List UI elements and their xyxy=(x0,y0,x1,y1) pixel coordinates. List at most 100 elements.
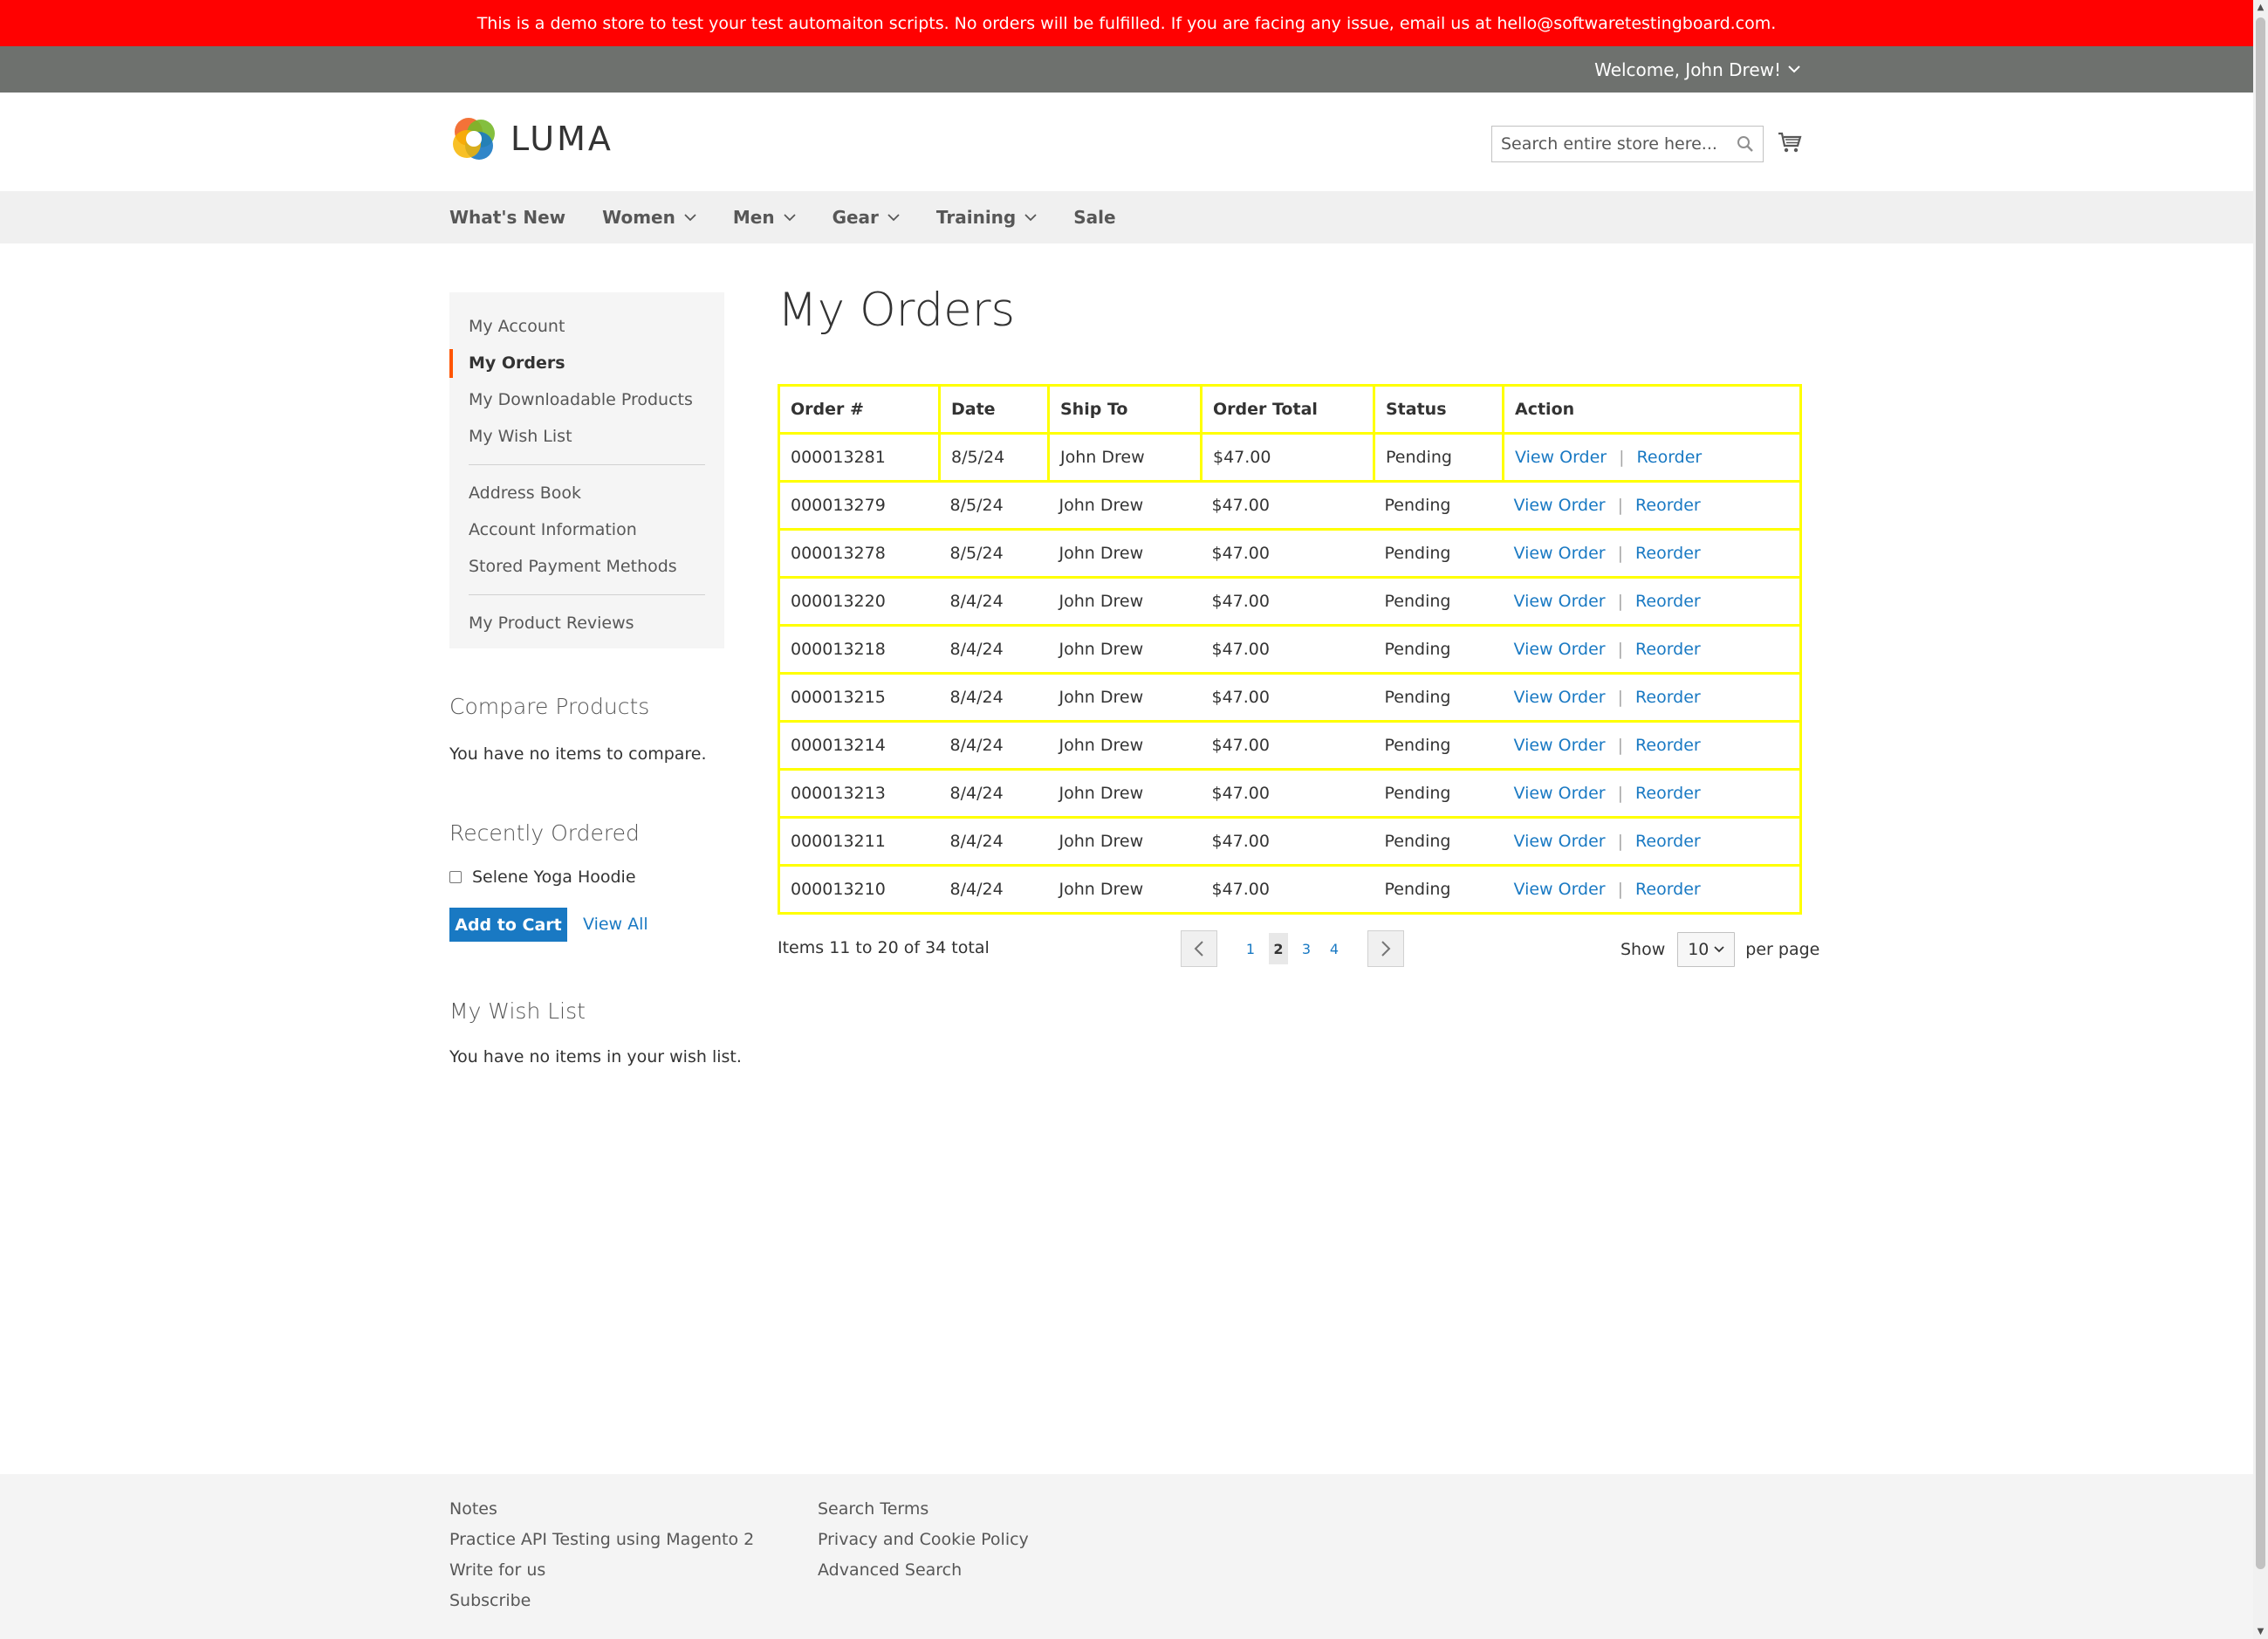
reorder-link[interactable]: Reorder xyxy=(1637,448,1703,467)
view-order-link[interactable]: View Order xyxy=(1515,448,1607,467)
page-scrollbar[interactable]: ▲ ▼ xyxy=(2253,0,2268,1639)
view-order-link[interactable]: View Order xyxy=(1514,496,1606,515)
footer-link-search-terms[interactable]: Search Terms xyxy=(818,1493,1029,1524)
sidebar-item-my-downloadable-products[interactable]: My Downloadable Products xyxy=(449,381,724,418)
nav-item-women[interactable]: Women xyxy=(602,207,696,228)
reorder-link[interactable]: Reorder xyxy=(1635,592,1701,611)
order-total-cell: $47.00 xyxy=(1201,720,1374,771)
store-logo[interactable]: LUMA xyxy=(449,114,613,163)
nav-item-gear[interactable]: Gear xyxy=(833,207,900,228)
page-link[interactable]: 4 xyxy=(1328,941,1340,957)
view-order-link[interactable]: View Order xyxy=(1514,832,1606,851)
nav-item-training[interactable]: Training xyxy=(936,207,1037,228)
footer-link-notes[interactable]: Notes xyxy=(449,1493,754,1524)
view-order-link[interactable]: View Order xyxy=(1514,640,1606,659)
page-title: My Orders xyxy=(778,284,1016,337)
reorder-link[interactable]: Reorder xyxy=(1635,880,1701,899)
footer-link-practice-api-testing-using-magento-2[interactable]: Practice API Testing using Magento 2 xyxy=(449,1524,754,1554)
scrollbar-thumb[interactable] xyxy=(2256,17,2265,1569)
reorder-link[interactable]: Reorder xyxy=(1635,784,1701,803)
recent-item-checkbox[interactable] xyxy=(449,871,462,883)
sidebar-item-address-book[interactable]: Address Book xyxy=(449,475,724,511)
reorder-link[interactable]: Reorder xyxy=(1635,640,1701,659)
cart-icon[interactable] xyxy=(1777,129,1803,155)
view-all-link[interactable]: View All xyxy=(583,915,648,934)
reorder-link[interactable]: Reorder xyxy=(1635,496,1701,515)
footer-link-privacy-and-cookie-policy[interactable]: Privacy and Cookie Policy xyxy=(818,1524,1029,1554)
sidebar-item-stored-payment-methods[interactable]: Stored Payment Methods xyxy=(449,548,724,585)
footer-link-subscribe[interactable]: Subscribe xyxy=(449,1585,754,1615)
scroll-up-arrow-icon[interactable]: ▲ xyxy=(2253,0,2268,15)
nav-item-what-s-new[interactable]: What's New xyxy=(449,207,565,228)
date-cell: 8/4/24 xyxy=(939,672,1049,723)
page: This is a demo store to test your test a… xyxy=(0,0,2253,1639)
order-total-cell: $47.00 xyxy=(1201,528,1374,579)
page-link[interactable]: 1 xyxy=(1244,941,1257,957)
order-number-cell: 000013278 xyxy=(778,528,940,579)
order-number-cell: 000013218 xyxy=(778,624,940,675)
search-icon[interactable] xyxy=(1737,135,1754,153)
nav-item-men[interactable]: Men xyxy=(733,207,796,228)
next-page-button[interactable] xyxy=(1367,930,1404,967)
action-cell: View Order | Reorder xyxy=(1503,576,1802,627)
view-order-link[interactable]: View Order xyxy=(1514,784,1606,803)
date-cell: 8/4/24 xyxy=(939,864,1049,915)
add-to-cart-button[interactable]: Add to Cart xyxy=(449,908,567,942)
ship-to-cell: John Drew xyxy=(1048,768,1202,819)
footer-link-advanced-search[interactable]: Advanced Search xyxy=(818,1554,1029,1585)
table-row: 000013220 8/4/24 John Drew $47.00 Pending Vie… xyxy=(778,576,1802,627)
table-row: 000013214 8/4/24 John Drew $47.00 Pending Vie… xyxy=(778,720,1802,771)
status-cell: Pending xyxy=(1374,816,1504,867)
orders-table: Order # Date Ship To Order Total Status Actio… xyxy=(778,384,1802,915)
sidebar-item-my-product-reviews[interactable]: My Product Reviews xyxy=(449,605,724,641)
chevron-down-icon xyxy=(1714,946,1725,953)
sidebar-item-my-wish-list[interactable]: My Wish List xyxy=(449,418,724,455)
previous-page-button[interactable] xyxy=(1181,930,1217,967)
logo-text: LUMA xyxy=(510,120,613,158)
reorder-link[interactable]: Reorder xyxy=(1635,832,1701,851)
view-order-link[interactable]: View Order xyxy=(1514,592,1606,611)
main-navigation: What's New Women Men Gear Training Sale xyxy=(0,191,2253,243)
view-order-link[interactable]: View Order xyxy=(1514,736,1606,755)
column-header: Ship To xyxy=(1047,384,1203,435)
action-cell: View Order | Reorder xyxy=(1503,816,1802,867)
chevron-down-icon xyxy=(684,213,696,221)
action-cell: View Order | Reorder xyxy=(1503,672,1802,723)
footer-link-write-for-us[interactable]: Write for us xyxy=(449,1554,754,1585)
customer-menu-toggle[interactable]: Welcome, John Drew! xyxy=(1594,46,1800,93)
chevron-right-icon xyxy=(1381,941,1391,957)
page-link[interactable]: 3 xyxy=(1300,941,1312,957)
sidebar-item-my-orders[interactable]: My Orders xyxy=(449,345,724,381)
scroll-down-arrow-icon[interactable]: ▼ xyxy=(2253,1624,2268,1639)
nav-item-label: What's New xyxy=(449,207,566,228)
search-field[interactable] xyxy=(1491,126,1764,162)
compare-products-title: Compare Products xyxy=(449,694,650,719)
view-order-link[interactable]: View Order xyxy=(1514,688,1606,707)
view-order-link[interactable]: View Order xyxy=(1514,880,1606,899)
action-separator: | xyxy=(1617,688,1624,707)
table-header-row: Order # Date Ship To Order Total Status Actio… xyxy=(778,384,1802,435)
sidebar-item-my-account[interactable]: My Account xyxy=(449,308,724,345)
reorder-link[interactable]: Reorder xyxy=(1635,736,1701,755)
nav-item-sale[interactable]: Sale xyxy=(1073,207,1115,228)
column-header: Order Total xyxy=(1200,384,1375,435)
order-number-cell: 000013211 xyxy=(778,816,940,867)
column-header: Date xyxy=(938,384,1050,435)
date-cell: 8/4/24 xyxy=(939,816,1049,867)
order-total-cell: $47.00 xyxy=(1201,480,1374,531)
view-order-link[interactable]: View Order xyxy=(1514,544,1606,563)
reorder-link[interactable]: Reorder xyxy=(1635,688,1701,707)
reorder-link[interactable]: Reorder xyxy=(1635,544,1701,563)
status-cell: Pending xyxy=(1374,768,1504,819)
search-input[interactable] xyxy=(1492,127,1719,161)
status-cell: Pending xyxy=(1374,480,1504,531)
ship-to-cell: John Drew xyxy=(1047,432,1203,483)
action-cell: View Order | Reorder xyxy=(1503,624,1802,675)
date-cell: 8/4/24 xyxy=(939,624,1049,675)
recent-item-label: Selene Yoga Hoodie xyxy=(472,868,636,887)
order-total-cell: $47.00 xyxy=(1201,816,1374,867)
sidebar-item-account-information[interactable]: Account Information xyxy=(449,511,724,548)
column-header: Order # xyxy=(778,384,941,435)
recent-item: Selene Yoga Hoodie xyxy=(449,868,636,887)
page-size-select[interactable]: 10 xyxy=(1677,932,1736,967)
